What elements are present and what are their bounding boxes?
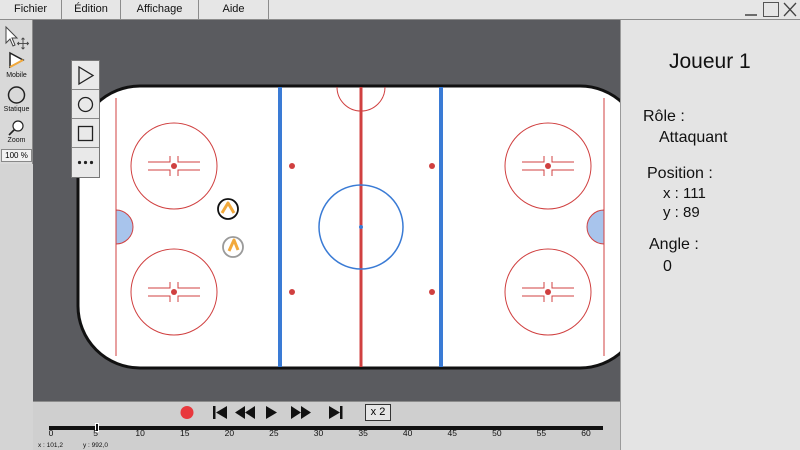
timeline-tick: 25 bbox=[269, 428, 279, 438]
cursor-coordinates: x : 101,2 y : 992,0 bbox=[33, 442, 620, 450]
zoom-value-field[interactable]: 100 % bbox=[1, 149, 32, 162]
timeline-tick: 30 bbox=[313, 428, 324, 438]
menu-bar: Fichier Édition Affichage Aide bbox=[0, 0, 800, 20]
maximize-icon[interactable] bbox=[763, 2, 779, 17]
player-title: Joueur 1 bbox=[669, 50, 751, 73]
timeline-tick: 55 bbox=[536, 428, 547, 438]
play-triangle-icon bbox=[9, 51, 25, 69]
neutral-dot bbox=[289, 163, 295, 169]
rewind-button[interactable] bbox=[235, 406, 255, 419]
timeline-tick: 45 bbox=[447, 428, 457, 438]
angle-value[interactable]: 0 bbox=[663, 258, 672, 276]
mobile-label: Mobile bbox=[6, 72, 27, 79]
timeline-tick: 5 bbox=[93, 428, 98, 438]
menu-edition[interactable]: Édition bbox=[62, 0, 121, 19]
role-value[interactable]: Attaquant bbox=[659, 129, 728, 147]
square-shape-button[interactable] bbox=[72, 119, 99, 148]
timeline-tick: 15 bbox=[180, 428, 190, 438]
position-label: Position : bbox=[647, 165, 713, 182]
player-token-secondary[interactable] bbox=[222, 236, 244, 258]
neutral-dot bbox=[429, 289, 435, 295]
timeline-ticks: 0 5 10 15 20 25 30 35 40 45 50 55 60 bbox=[33, 428, 620, 442]
timeline-tick: 0 bbox=[48, 428, 54, 438]
canvas-area[interactable] bbox=[33, 20, 644, 401]
timeline-tick: 10 bbox=[135, 428, 145, 438]
role-label: Rôle : bbox=[643, 108, 685, 125]
circle-icon bbox=[7, 86, 26, 104]
position-x[interactable]: x : 111 bbox=[663, 185, 706, 202]
cursor-y: y : 992,0 bbox=[83, 442, 108, 449]
angle-label: Angle : bbox=[649, 236, 699, 253]
skip-start-button[interactable] bbox=[213, 406, 227, 419]
speed-selector[interactable]: x 2 bbox=[365, 404, 391, 421]
square-icon bbox=[77, 125, 94, 142]
menu-affichage[interactable]: Affichage bbox=[121, 0, 199, 19]
center-dot bbox=[359, 225, 363, 229]
cursor-x: x : 101,2 bbox=[38, 442, 63, 449]
timeline-tick: 60 bbox=[581, 428, 591, 438]
player-token-selected[interactable] bbox=[217, 198, 239, 220]
more-shapes-button[interactable] bbox=[72, 148, 99, 177]
shapes-palette bbox=[71, 60, 100, 178]
triangle-icon bbox=[78, 65, 95, 86]
circle-icon bbox=[77, 96, 94, 113]
select-move-tool[interactable] bbox=[0, 24, 33, 50]
more-icon bbox=[77, 160, 94, 165]
neutral-dot bbox=[429, 163, 435, 169]
statique-label: Statique bbox=[3, 106, 30, 113]
neutral-dot bbox=[289, 289, 295, 295]
hockey-rink[interactable] bbox=[76, 84, 644, 375]
play-button[interactable] bbox=[266, 406, 277, 419]
skip-end-button[interactable] bbox=[329, 406, 343, 419]
record-button[interactable] bbox=[180, 406, 194, 419]
circle-shape-button[interactable] bbox=[72, 90, 99, 119]
timeline-tick: 50 bbox=[492, 428, 502, 438]
timeline-tick: 35 bbox=[358, 428, 368, 438]
mobile-tool[interactable] bbox=[0, 50, 33, 70]
minimize-icon[interactable] bbox=[743, 2, 759, 17]
triangle-shape-button[interactable] bbox=[72, 61, 99, 90]
position-y[interactable]: y : 89 bbox=[663, 204, 700, 221]
tool-column: Mobile Statique Zoom 100 % bbox=[0, 20, 33, 164]
magnifier-icon bbox=[8, 120, 24, 136]
statique-tool[interactable] bbox=[0, 85, 33, 105]
zoom-label: Zoom bbox=[7, 137, 26, 144]
menu-aide[interactable]: Aide bbox=[199, 0, 269, 19]
fast-forward-button[interactable] bbox=[291, 406, 311, 419]
menu-fichier[interactable]: Fichier bbox=[0, 0, 62, 19]
pointer-move-icon bbox=[5, 25, 30, 50]
properties-panel: Joueur 1 Rôle : Attaquant Position : x :… bbox=[620, 20, 800, 450]
close-icon[interactable] bbox=[782, 2, 798, 17]
zoom-tool[interactable] bbox=[0, 119, 33, 137]
playback-bar: x 2 0 5 10 15 20 25 30 35 40 45 50 55 60 x : 101,2 y… bbox=[33, 401, 620, 450]
timeline-tick: 40 bbox=[402, 428, 413, 438]
timeline-tick: 20 bbox=[224, 428, 235, 438]
